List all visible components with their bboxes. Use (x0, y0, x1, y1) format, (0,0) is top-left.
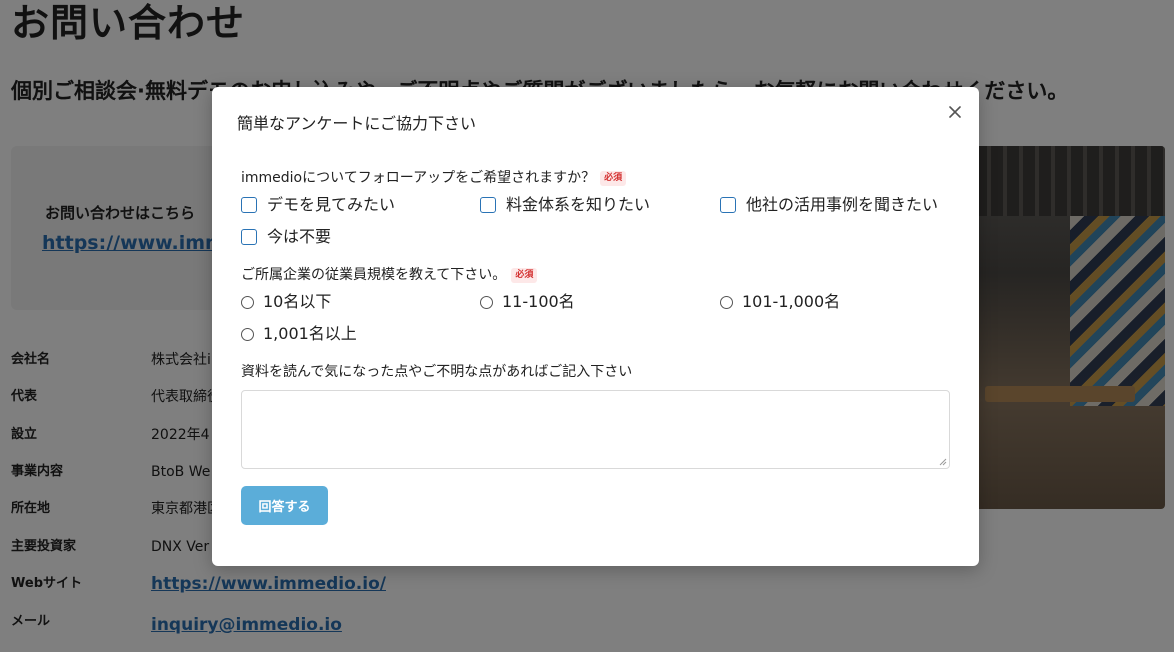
checkbox-input[interactable] (241, 197, 257, 213)
radio-input[interactable] (241, 295, 254, 309)
radio-size-10[interactable]: 10名以下 (241, 291, 331, 313)
checkbox-input[interactable] (480, 197, 496, 213)
radio-input[interactable] (241, 327, 254, 341)
close-button[interactable] (944, 101, 966, 123)
required-badge: 必須 (511, 267, 538, 283)
question-text: immedioについてフォローアップをご希望されますか？ (241, 170, 596, 186)
checkbox-label: 他社の活用事例を聞きたい (746, 195, 939, 214)
comments-textarea[interactable] (241, 390, 950, 469)
resize-grip-icon[interactable] (939, 458, 947, 466)
question-followup-label: immedioについてフォローアップをご希望されますか？ 必須 (241, 168, 627, 188)
radio-size-1000[interactable]: 101-1,000名 (720, 291, 840, 313)
question-company-size-label: ご所属企業の従業員規模を教えて下さい。 必須 (241, 265, 538, 285)
question-text: ご所属企業の従業員規模を教えて下さい。 (241, 267, 507, 283)
modal-title: 簡単なアンケートにご協力下さい (237, 114, 477, 133)
survey-modal: 簡単なアンケートにご協力下さい immedioについてフォローアップをご希望され… (212, 87, 979, 566)
checkbox-input[interactable] (720, 197, 736, 213)
radio-label: 10名以下 (263, 292, 332, 311)
radio-input[interactable] (480, 295, 493, 309)
checkbox-input[interactable] (241, 229, 257, 245)
required-badge: 必須 (600, 170, 627, 186)
checkbox-pricing[interactable]: 料金体系を知りたい (480, 194, 650, 216)
submit-button[interactable]: 回答する (241, 486, 328, 525)
radio-label: 1,001名以上 (263, 324, 357, 343)
radio-size-100[interactable]: 11-100名 (480, 291, 575, 313)
checkbox-case-studies[interactable]: 他社の活用事例を聞きたい (720, 194, 938, 216)
radio-input[interactable] (720, 295, 733, 309)
radio-label: 101-1,000名 (742, 292, 841, 311)
radio-size-1001-plus[interactable]: 1,001名以上 (241, 323, 357, 345)
radio-label: 11-100名 (502, 292, 575, 311)
question-text: 資料を読んで気になった点やご不明な点があればご記入下さい (241, 364, 633, 380)
checkbox-label: 今は不要 (267, 227, 332, 246)
close-icon (949, 106, 961, 118)
checkbox-label: 料金体系を知りたい (506, 195, 651, 214)
checkbox-label: デモを見てみたい (267, 195, 396, 214)
checkbox-demo[interactable]: デモを見てみたい (241, 194, 395, 216)
question-comments-label: 資料を読んで気になった点やご不明な点があればご記入下さい (241, 362, 632, 382)
checkbox-not-needed[interactable]: 今は不要 (241, 226, 331, 248)
